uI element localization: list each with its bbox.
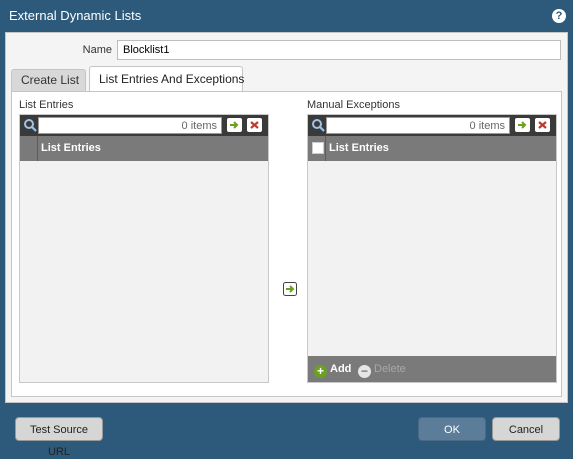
list-entries-grid: List Entries [19,114,269,383]
name-label: Name [82,44,112,56]
tab-panel: List Entries Lis [11,91,562,397]
list-entries-search-input[interactable] [38,117,222,134]
search-icon [24,119,37,132]
clear-filter-icon[interactable] [247,118,262,132]
list-entries-toolbar [20,115,268,136]
search-icon [312,119,325,132]
add-button[interactable]: + Add [314,361,352,378]
test-source-url-button[interactable]: Test Source URL [15,417,103,458]
name-row: Name [6,40,567,62]
delete-button[interactable]: − Delete [358,361,406,378]
tab-list-entries-and-exceptions[interactable]: List Entries And Exceptions [89,66,244,91]
dialog-body: Name Create List List Entries And Except… [5,32,568,403]
dialog-titlebar: External Dynamic Lists ? [0,0,573,32]
clear-filter-icon[interactable] [535,118,550,132]
external-dynamic-lists-dialog: External Dynamic Lists ? Name Create Lis… [0,0,573,459]
manual-exceptions-column-header: List Entries [308,136,556,161]
add-label: Add [330,363,352,375]
delete-icon: − [358,365,371,378]
list-entries-column-header: List Entries [20,136,268,161]
manual-exceptions-search-input[interactable] [326,117,510,134]
manual-exceptions-section-title: Manual Exceptions [307,99,400,111]
cancel-button[interactable]: Cancel [492,417,560,441]
go-arrow-icon[interactable] [227,118,242,132]
ok-button[interactable]: OK [418,417,486,441]
manual-exceptions-footer: + Add − Delete [308,356,556,382]
delete-label: Delete [374,363,406,375]
tab-create-list[interactable]: Create List [11,69,86,91]
name-field[interactable] [117,40,561,60]
list-entries-column-label[interactable]: List Entries [41,142,101,154]
list-entries-section-title: List Entries [19,99,74,111]
add-icon: + [314,365,327,378]
manual-exceptions-toolbar [308,115,556,136]
manual-exceptions-grid: List Entries +Add −Delete [307,114,557,383]
column-separator [37,136,38,161]
go-arrow-icon[interactable] [515,118,530,132]
help-icon[interactable]: ? [552,9,566,23]
dialog-footer: Test Source URL OK Cancel [0,403,573,459]
column-separator [325,136,326,161]
select-all-checkbox[interactable] [312,142,324,154]
manual-exceptions-column-label[interactable]: List Entries [329,142,389,154]
dialog-title: External Dynamic Lists [9,8,142,23]
move-to-exceptions-icon[interactable] [283,282,297,296]
